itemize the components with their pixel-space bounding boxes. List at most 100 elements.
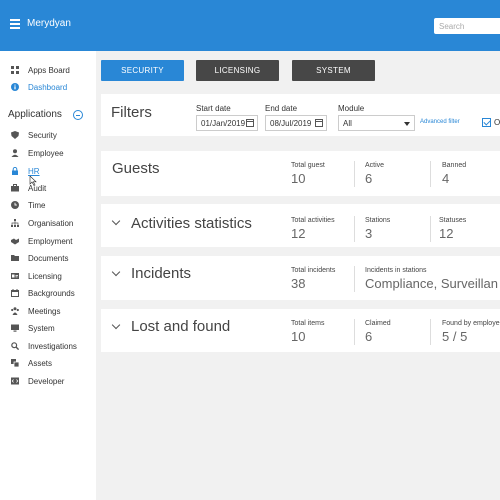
stat-value: 10 <box>291 171 306 186</box>
sidebar: Apps Board Dashboard Applications Securi… <box>0 51 96 500</box>
stat-label: Total items <box>291 320 325 327</box>
sidebar-item-label: Meetings <box>28 306 61 316</box>
divider <box>354 319 355 345</box>
sidebar-item-label: Employment <box>28 236 73 246</box>
search-input[interactable] <box>434 18 500 34</box>
calendar-icon[interactable] <box>315 119 323 127</box>
briefcase-icon <box>11 184 19 192</box>
sidebar-item-label: Organisation <box>28 218 74 228</box>
sidebar-item-label: Investigations <box>28 341 77 351</box>
sidebar-item-label: Developer <box>28 376 65 386</box>
stat-value: 10 <box>291 329 306 344</box>
assets-icon <box>11 359 19 367</box>
stat-value: 12 <box>439 226 454 241</box>
end-date-label: End date <box>265 104 298 113</box>
sidebar-item-label: Documents <box>28 253 69 263</box>
folder-icon <box>11 254 19 262</box>
stat-value: 4 <box>442 171 450 186</box>
shield-icon <box>11 131 19 139</box>
sidebar-item-time[interactable]: Time <box>11 198 45 212</box>
stat-label: Banned <box>442 162 467 169</box>
lock-icon <box>11 167 19 175</box>
stat-value: 6 <box>365 329 373 344</box>
sidebar-item-label: Dashboard <box>28 82 68 92</box>
end-date-value: 08/Jul/2019 <box>270 118 312 128</box>
sidebar-item-apps-board[interactable]: Apps Board <box>11 63 70 77</box>
sidebar-item-security[interactable]: Security <box>11 128 57 142</box>
sidebar-item-dashboard[interactable]: Dashboard <box>11 80 67 94</box>
stat-value: 5 / 5 <box>442 329 468 344</box>
tab-system[interactable]: SYSTEM <box>292 60 375 81</box>
divider <box>430 161 431 187</box>
calendar-icon[interactable] <box>246 119 254 127</box>
sidebar-item-label: Security <box>28 130 57 140</box>
stat-value: Compliance, Surveillan <box>365 276 498 291</box>
card-title: Incidents <box>131 265 192 282</box>
sidebar-item-documents[interactable]: Documents <box>11 251 68 265</box>
stat-label: Stations <box>365 217 391 224</box>
top-bar: Merydyan <box>0 0 500 51</box>
module-label: Module <box>338 104 365 113</box>
sidebar-item-employee[interactable]: Employee <box>11 146 64 160</box>
chevron-down-icon[interactable] <box>111 320 121 330</box>
sidebar-item-organisation[interactable]: Organisation <box>11 216 73 230</box>
code-icon <box>11 377 19 385</box>
module-select[interactable]: All <box>338 115 415 131</box>
advanced-filter-link[interactable]: Advanced filter <box>420 119 460 125</box>
end-date-input[interactable]: 08/Jul/2019 <box>265 115 327 131</box>
chevron-down-icon[interactable] <box>111 216 121 226</box>
person-icon <box>11 149 19 157</box>
grid-icon <box>11 66 19 74</box>
sidebar-item-employment[interactable]: Employment <box>11 234 72 248</box>
stat-label: Active <box>365 162 385 169</box>
tab-licensing[interactable]: LICENSING <box>196 60 279 81</box>
clock-icon <box>11 201 19 209</box>
chevron-down-icon <box>404 122 410 126</box>
sidebar-item-label: Licensing <box>28 271 62 281</box>
sidebar-item-assets[interactable]: Assets <box>11 356 52 370</box>
sidebar-item-investigations[interactable]: Investigations <box>11 339 77 353</box>
divider <box>354 216 355 242</box>
sidebar-section-title: Applications <box>8 109 62 120</box>
sidebar-item-developer[interactable]: Developer <box>11 374 64 388</box>
chevron-down-icon[interactable] <box>111 267 121 277</box>
monitor-icon <box>11 324 19 332</box>
collapse-icon[interactable] <box>73 110 83 120</box>
stat-label: Total guest <box>291 162 325 169</box>
sidebar-item-meetings[interactable]: Meetings <box>11 304 60 318</box>
tab-security[interactable]: SECURITY <box>101 60 184 81</box>
divider <box>354 266 355 292</box>
start-date-input[interactable]: 01/Jan/2019 <box>196 115 258 131</box>
org-chart-icon <box>11 219 19 227</box>
info-icon <box>11 83 19 91</box>
stat-label: Found by employe <box>442 320 500 327</box>
guests-card: Guests Total guest 10 Active 6 Banned 4 <box>101 151 500 196</box>
stat-label: Total activities <box>291 217 335 224</box>
stat-label: Incidents in stations <box>365 267 427 274</box>
start-date-value: 01/Jan/2019 <box>201 118 246 128</box>
mouse-cursor-icon <box>29 173 37 186</box>
card-title: Lost and found <box>131 318 231 335</box>
stat-value: 6 <box>365 171 373 186</box>
card-title: Guests <box>112 160 160 177</box>
stat-label: Statuses <box>439 217 467 224</box>
stat-value: 3 <box>365 226 373 241</box>
id-card-icon <box>11 272 19 280</box>
hamburger-menu-icon[interactable] <box>10 19 20 29</box>
sidebar-item-backgrounds[interactable]: Backgrounds <box>11 286 75 300</box>
sidebar-item-system[interactable]: System <box>11 321 55 335</box>
checkbox-label: O <box>494 118 500 127</box>
stat-label: Total incidents <box>291 267 336 274</box>
sidebar-item-label: Assets <box>28 358 53 368</box>
stat-value: 38 <box>291 276 306 291</box>
sidebar-item-licensing[interactable]: Licensing <box>11 269 62 283</box>
option-checkbox[interactable] <box>482 118 491 127</box>
sidebar-item-label: Employee <box>28 148 64 158</box>
activities-statistics-card: Activities statistics Total activities 1… <box>101 204 500 247</box>
incidents-card: Incidents Total incidents 38 Incidents i… <box>101 256 500 300</box>
card-title: Activities statistics <box>131 215 252 232</box>
stat-label: Claimed <box>365 320 391 327</box>
filters-title: Filters <box>111 104 152 121</box>
divider <box>430 216 431 242</box>
sidebar-item-label: System <box>28 323 55 333</box>
